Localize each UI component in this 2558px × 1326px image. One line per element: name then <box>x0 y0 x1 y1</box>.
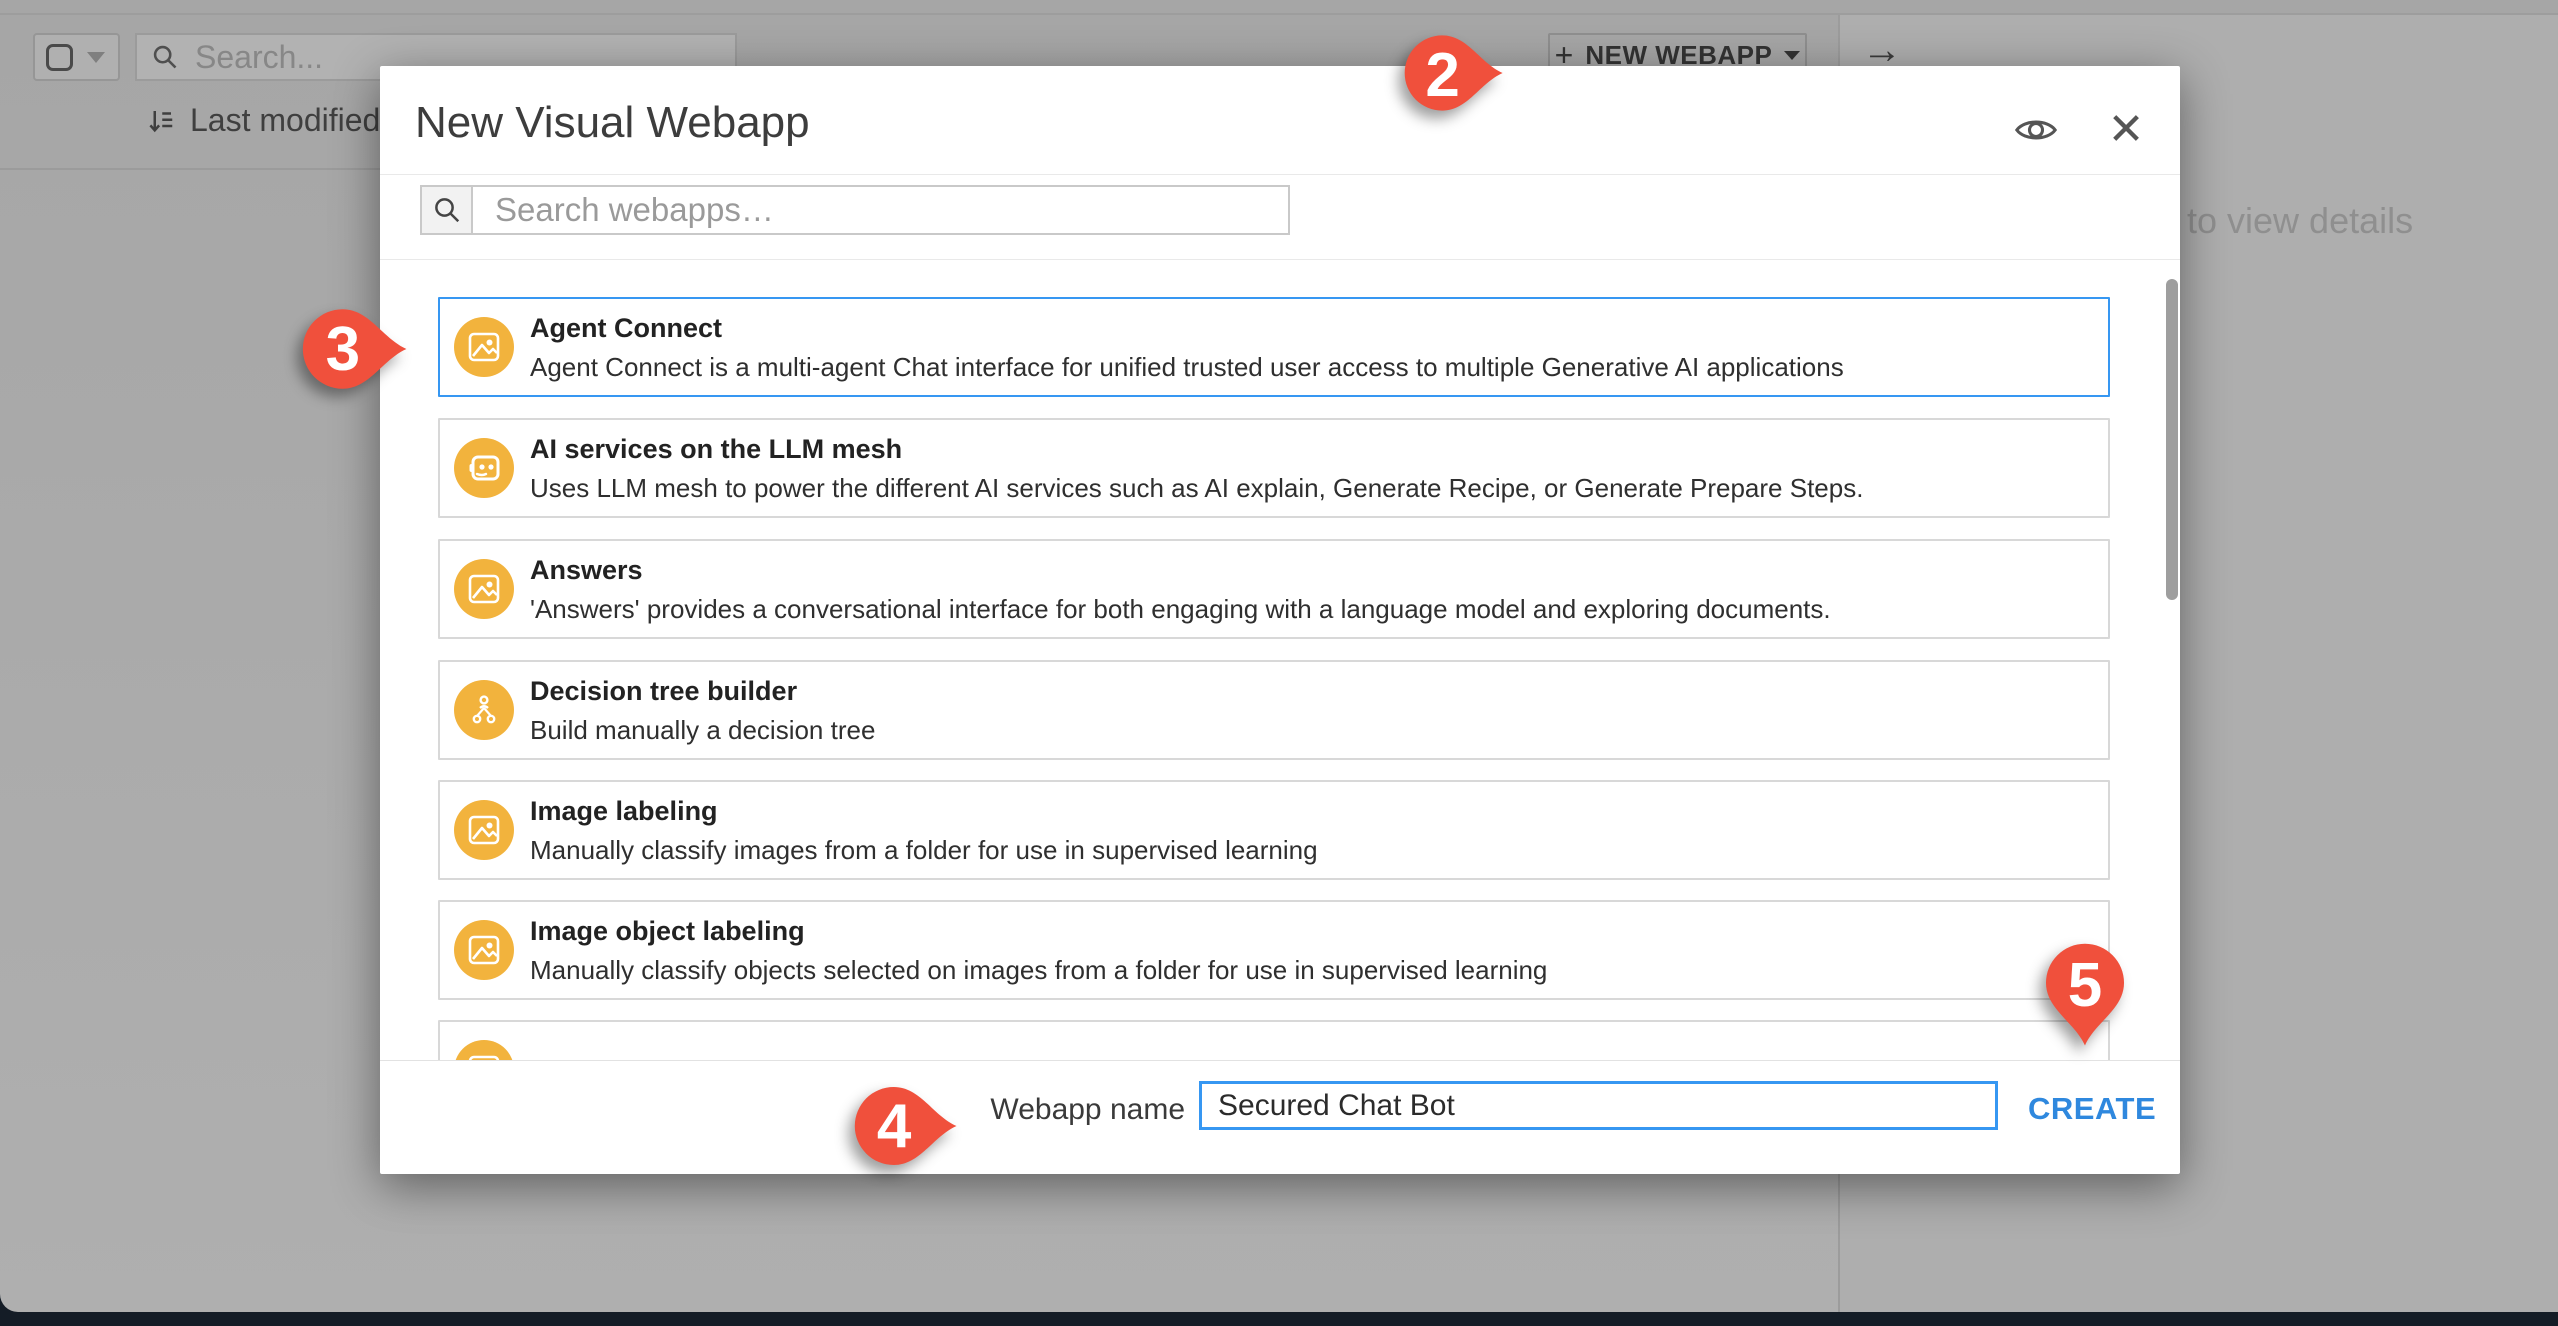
details-placeholder-text: to view details <box>2187 200 2413 242</box>
modal-footer: Webapp name Secured Chat Bot CREATE <box>380 1060 2180 1174</box>
picture-icon <box>454 800 514 860</box>
item-title: Image object labeling <box>530 916 805 947</box>
picture-icon <box>454 317 514 377</box>
select-all-dropdown[interactable] <box>33 33 120 81</box>
item-description: Agent Connect is a multi-agent Chat inte… <box>530 352 1844 383</box>
close-button[interactable]: ✕ <box>2102 106 2150 154</box>
badge-number: 4 <box>852 1091 936 1162</box>
item-description: Manually classify objects selected on im… <box>530 955 1547 986</box>
chevron-down-icon <box>1784 51 1800 60</box>
badge-number: 3 <box>300 314 386 385</box>
item-title: Agent Connect <box>530 313 722 344</box>
item-title: Image labeling <box>530 796 718 827</box>
webapp-template-item[interactable]: Answers 'Answers' provides a conversation… <box>438 539 2110 639</box>
robot-icon <box>454 438 514 498</box>
annotation-badge-2: 2 <box>1402 21 1506 125</box>
sort-label: Last modified <box>190 102 380 139</box>
preview-button[interactable] <box>2012 106 2060 154</box>
item-description: Build manually a decision tree <box>530 715 875 746</box>
annotation-badge-4: 4 <box>852 1072 960 1180</box>
webapp-template-item[interactable]: Image object labeling Manually classify o… <box>438 900 2110 1000</box>
webapp-template-item[interactable] <box>438 1020 2110 1060</box>
badge-number: 5 <box>2031 950 2139 1021</box>
search-icon <box>151 43 179 71</box>
item-description: 'Answers' provides a conversational inte… <box>530 594 1831 625</box>
create-button[interactable]: CREATE <box>2028 1091 2156 1127</box>
picture-icon <box>454 559 514 619</box>
modal-header: New Visual Webapp ✕ <box>380 66 2180 175</box>
modal-title: New Visual Webapp <box>415 98 810 148</box>
search-input[interactable]: Search webapps… <box>473 187 1288 233</box>
close-icon: ✕ <box>2108 108 2145 152</box>
search-icon <box>432 195 462 225</box>
annotation-badge-3: 3 <box>300 294 410 404</box>
annotation-badge-5: 5 <box>2031 941 2139 1049</box>
webapp-template-item[interactable]: Agent Connect Agent Connect is a multi-ag… <box>438 297 2110 397</box>
item-title: Decision tree builder <box>530 676 797 707</box>
webapp-name-input[interactable]: Secured Chat Bot <box>1199 1081 1998 1130</box>
sort-dropdown[interactable]: Last modified <box>146 102 410 139</box>
search-placeholder: Search... <box>195 39 323 76</box>
webapp-template-item[interactable]: AI services on the LLM mesh Uses LLM mesh… <box>438 418 2110 518</box>
webapp-template-list: Agent Connect Agent Connect is a multi-ag… <box>380 260 2180 1060</box>
picture-icon <box>454 920 514 980</box>
tree-icon <box>454 680 514 740</box>
webapp-name-label: Webapp name <box>940 1093 1185 1127</box>
search-prefix <box>422 187 473 233</box>
webapp-template-search[interactable]: Search webapps… <box>420 185 1290 235</box>
item-description: Uses LLM mesh to power the different AI … <box>530 473 1863 504</box>
select-all-checkbox[interactable] <box>46 44 73 71</box>
picture-icon <box>454 1040 514 1060</box>
scrollbar-thumb[interactable] <box>2166 279 2178 600</box>
chevron-down-icon <box>87 52 105 63</box>
item-description: Manually classify images from a folder f… <box>530 835 1318 866</box>
webapp-template-item[interactable]: Image labeling Manually classify images f… <box>438 780 2110 880</box>
sort-icon <box>146 106 176 136</box>
new-visual-webapp-modal: New Visual Webapp ✕ Search webapps… Agen… <box>380 66 2180 1174</box>
eye-icon <box>2013 107 2059 153</box>
item-title: AI services on the LLM mesh <box>530 434 902 465</box>
webapp-template-item[interactable]: Decision tree builder Build manually a de… <box>438 660 2110 760</box>
item-title: Answers <box>530 555 643 586</box>
modal-search-row: Search webapps… <box>380 176 2180 260</box>
badge-number: 2 <box>1402 40 1483 111</box>
